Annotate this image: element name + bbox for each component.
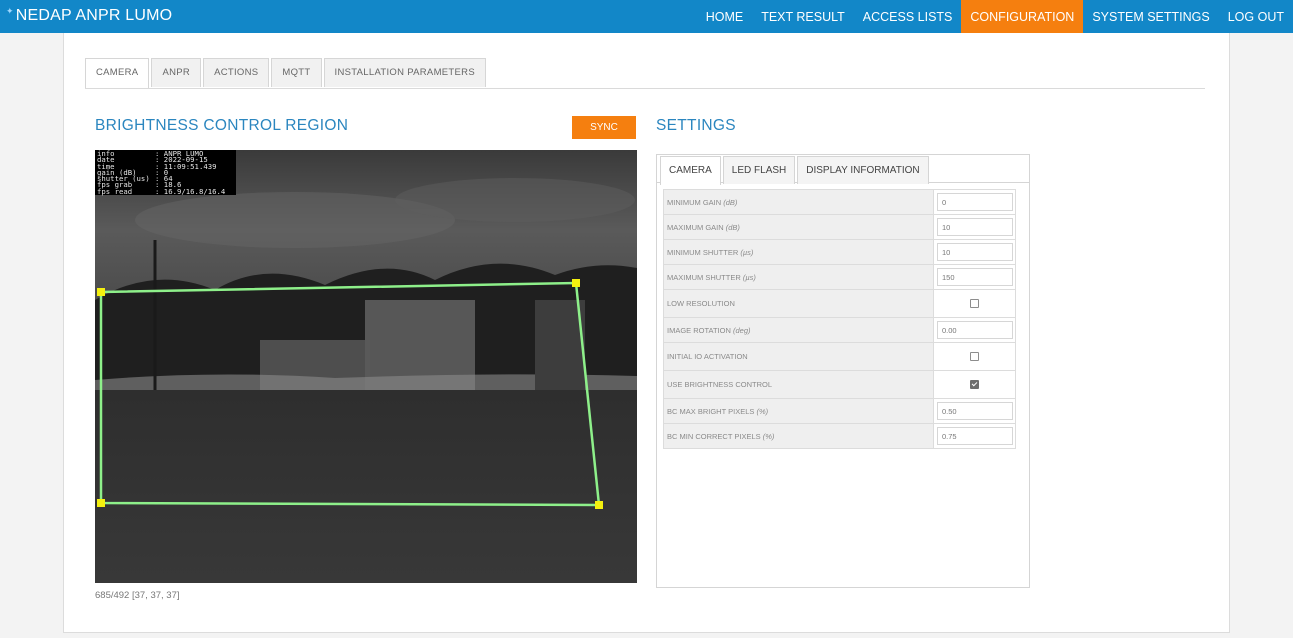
tab-mqtt[interactable]: MQTT (271, 58, 322, 87)
setting-label: MINIMUM SHUTTER (µs) (663, 239, 934, 265)
settings-row: INITIAL IO ACTIVATION (663, 342, 1016, 371)
tab-installation-parameters[interactable]: INSTALLATION PARAMETERS (323, 58, 486, 87)
region-handle-top-left[interactable] (97, 288, 105, 296)
settings-row: USE BRIGHTNESS CONTROL (663, 370, 1016, 399)
setting-label: BC MIN CORRECT PIXELS (%) (663, 423, 934, 449)
setting-label-text: USE BRIGHTNESS CONTROL (667, 380, 773, 389)
setting-value-cell: 150 (933, 264, 1016, 290)
settings-row: BC MAX BRIGHT PIXELS (%) 0.50 (663, 398, 1016, 424)
settings-box: CAMERA LED FLASH DISPLAY INFORMATION MIN… (656, 154, 1030, 588)
setting-unit: (µs) (742, 272, 756, 282)
settings-title: SETTINGS (656, 117, 736, 134)
tab-anpr[interactable]: ANPR (151, 58, 202, 87)
setting-value-cell: 0.75 (933, 423, 1016, 449)
settings-tab-led-flash[interactable]: LED FLASH (722, 156, 796, 184)
setting-label-text: MAXIMUM SHUTTER (667, 272, 741, 282)
setting-label: MAXIMUM SHUTTER (µs) (663, 264, 934, 290)
camera-info-overlay: info: ANPR LUMO date: 2022-09-15 time: 11:… (95, 150, 236, 195)
setting-label-text: MINIMUM GAIN (667, 197, 722, 207)
setting-unit: (%) (762, 431, 775, 441)
overlay-separator: : (155, 186, 164, 196)
setting-unit: (dB) (723, 197, 738, 207)
region-handle-top-right[interactable] (572, 279, 580, 287)
setting-checkbox-cell (933, 342, 1016, 371)
setting-label: USE BRIGHTNESS CONTROL (663, 370, 934, 399)
settings-tab-camera[interactable]: CAMERA (660, 156, 721, 185)
nav-configuration[interactable]: CONFIGURATION (961, 0, 1084, 33)
configuration-panel: CAMERA ANPR ACTIONS MQTT INSTALLATION PA… (63, 33, 1230, 633)
setting-checkbox[interactable] (970, 299, 979, 309)
overlay-value: 16.9/16.8/16.4 (163, 186, 226, 196)
overlay-line: fps read: 16.9/16.8/16.4 (97, 186, 236, 196)
camera-settings-table: MINIMUM GAIN (dB) 0 MAXIMUM GAIN (dB) 10 MIN… (663, 189, 1016, 449)
brand-logo-icon: ✦ (6, 5, 14, 16)
camera-image (95, 150, 637, 583)
setting-label: MINIMUM GAIN (dB) (663, 189, 934, 215)
settings-row: MAXIMUM GAIN (dB) 10 (663, 214, 1016, 240)
config-tabs: CAMERA ANPR ACTIONS MQTT INSTALLATION PA… (85, 58, 1205, 89)
tab-actions[interactable]: ACTIONS (203, 58, 270, 87)
setting-label-text: MAXIMUM GAIN (667, 222, 724, 232)
setting-input[interactable]: 10 (937, 243, 1013, 261)
setting-input[interactable]: 10 (937, 218, 1013, 236)
settings-tab-display-information[interactable]: DISPLAY INFORMATION (797, 156, 929, 184)
setting-label: MAXIMUM GAIN (dB) (663, 214, 934, 240)
settings-row: MINIMUM SHUTTER (µs) 10 (663, 239, 1016, 265)
setting-checkbox-cell (933, 289, 1016, 318)
settings-row: BC MIN CORRECT PIXELS (%) 0.75 (663, 423, 1016, 449)
setting-value-cell: 0.50 (933, 398, 1016, 424)
app-title: NEDAP ANPR LUMO (15, 7, 173, 24)
main-nav: HOME TEXT RESULT ACCESS LISTS CONFIGURAT… (697, 0, 1293, 33)
overlay-value: 11:09:51.439 (163, 161, 217, 171)
setting-input[interactable]: 0.00 (937, 321, 1013, 339)
setting-label-text: MINIMUM SHUTTER (667, 247, 739, 257)
setting-input[interactable]: 0.50 (937, 402, 1013, 420)
settings-tabs: CAMERA LED FLASH DISPLAY INFORMATION (657, 155, 1029, 185)
setting-label: BC MAX BRIGHT PIXELS (%) (663, 398, 934, 424)
brand[interactable]: ✦ NEDAP ANPR LUMO (6, 5, 173, 25)
brightness-region-title: BRIGHTNESS CONTROL REGION (95, 117, 349, 134)
setting-label-text: LOW RESOLUTION (667, 299, 735, 308)
pixel-coordinates-readout: 685/492 [37, 37, 37] (95, 590, 180, 601)
setting-input[interactable]: 0.75 (937, 427, 1013, 445)
nav-system-settings[interactable]: SYSTEM SETTINGS (1083, 0, 1218, 33)
settings-row: MAXIMUM SHUTTER (µs) 150 (663, 264, 1016, 290)
nav-log-out[interactable]: LOG OUT (1219, 0, 1293, 33)
setting-label-text: INITIAL IO ACTIVATION (667, 352, 748, 361)
setting-label-text: BC MIN CORRECT PIXELS (667, 431, 761, 441)
nav-home[interactable]: HOME (697, 0, 753, 33)
region-handle-bottom-left[interactable] (97, 499, 105, 507)
setting-unit: (deg) (732, 325, 751, 335)
camera-view[interactable]: info: ANPR LUMO date: 2022-09-15 time: 11:… (95, 150, 637, 583)
setting-unit: (dB) (725, 222, 740, 232)
setting-unit: (µs) (740, 247, 754, 257)
setting-value-cell: 10 (933, 214, 1016, 240)
top-navbar: ✦ NEDAP ANPR LUMO HOME TEXT RESULT ACCES… (0, 0, 1293, 33)
setting-label: IMAGE ROTATION (deg) (663, 317, 934, 343)
tab-camera[interactable]: CAMERA (85, 58, 150, 88)
setting-label-text: IMAGE ROTATION (667, 325, 731, 335)
setting-input[interactable]: 0 (937, 193, 1013, 211)
setting-value-cell: 0 (933, 189, 1016, 215)
settings-row: MINIMUM GAIN (dB) 0 (663, 189, 1016, 215)
nav-access-lists[interactable]: ACCESS LISTS (854, 0, 962, 33)
setting-unit: (%) (756, 406, 769, 416)
setting-value-cell: 0.00 (933, 317, 1016, 343)
settings-row: IMAGE ROTATION (deg) 0.00 (663, 317, 1016, 343)
settings-row: LOW RESOLUTION (663, 289, 1016, 318)
nav-text-result[interactable]: TEXT RESULT (752, 0, 854, 33)
setting-input[interactable]: 150 (937, 268, 1013, 286)
overlay-key: fps read (97, 186, 133, 196)
sync-button[interactable]: SYNC (572, 116, 636, 139)
setting-label: LOW RESOLUTION (663, 289, 934, 318)
setting-checkbox-cell (933, 370, 1016, 399)
setting-checkbox[interactable] (970, 352, 979, 362)
setting-label: INITIAL IO ACTIVATION (663, 342, 934, 371)
setting-value-cell: 10 (933, 239, 1016, 265)
region-handle-bottom-right[interactable] (595, 501, 603, 509)
setting-label-text: BC MAX BRIGHT PIXELS (667, 406, 755, 416)
setting-checkbox[interactable] (970, 380, 979, 390)
